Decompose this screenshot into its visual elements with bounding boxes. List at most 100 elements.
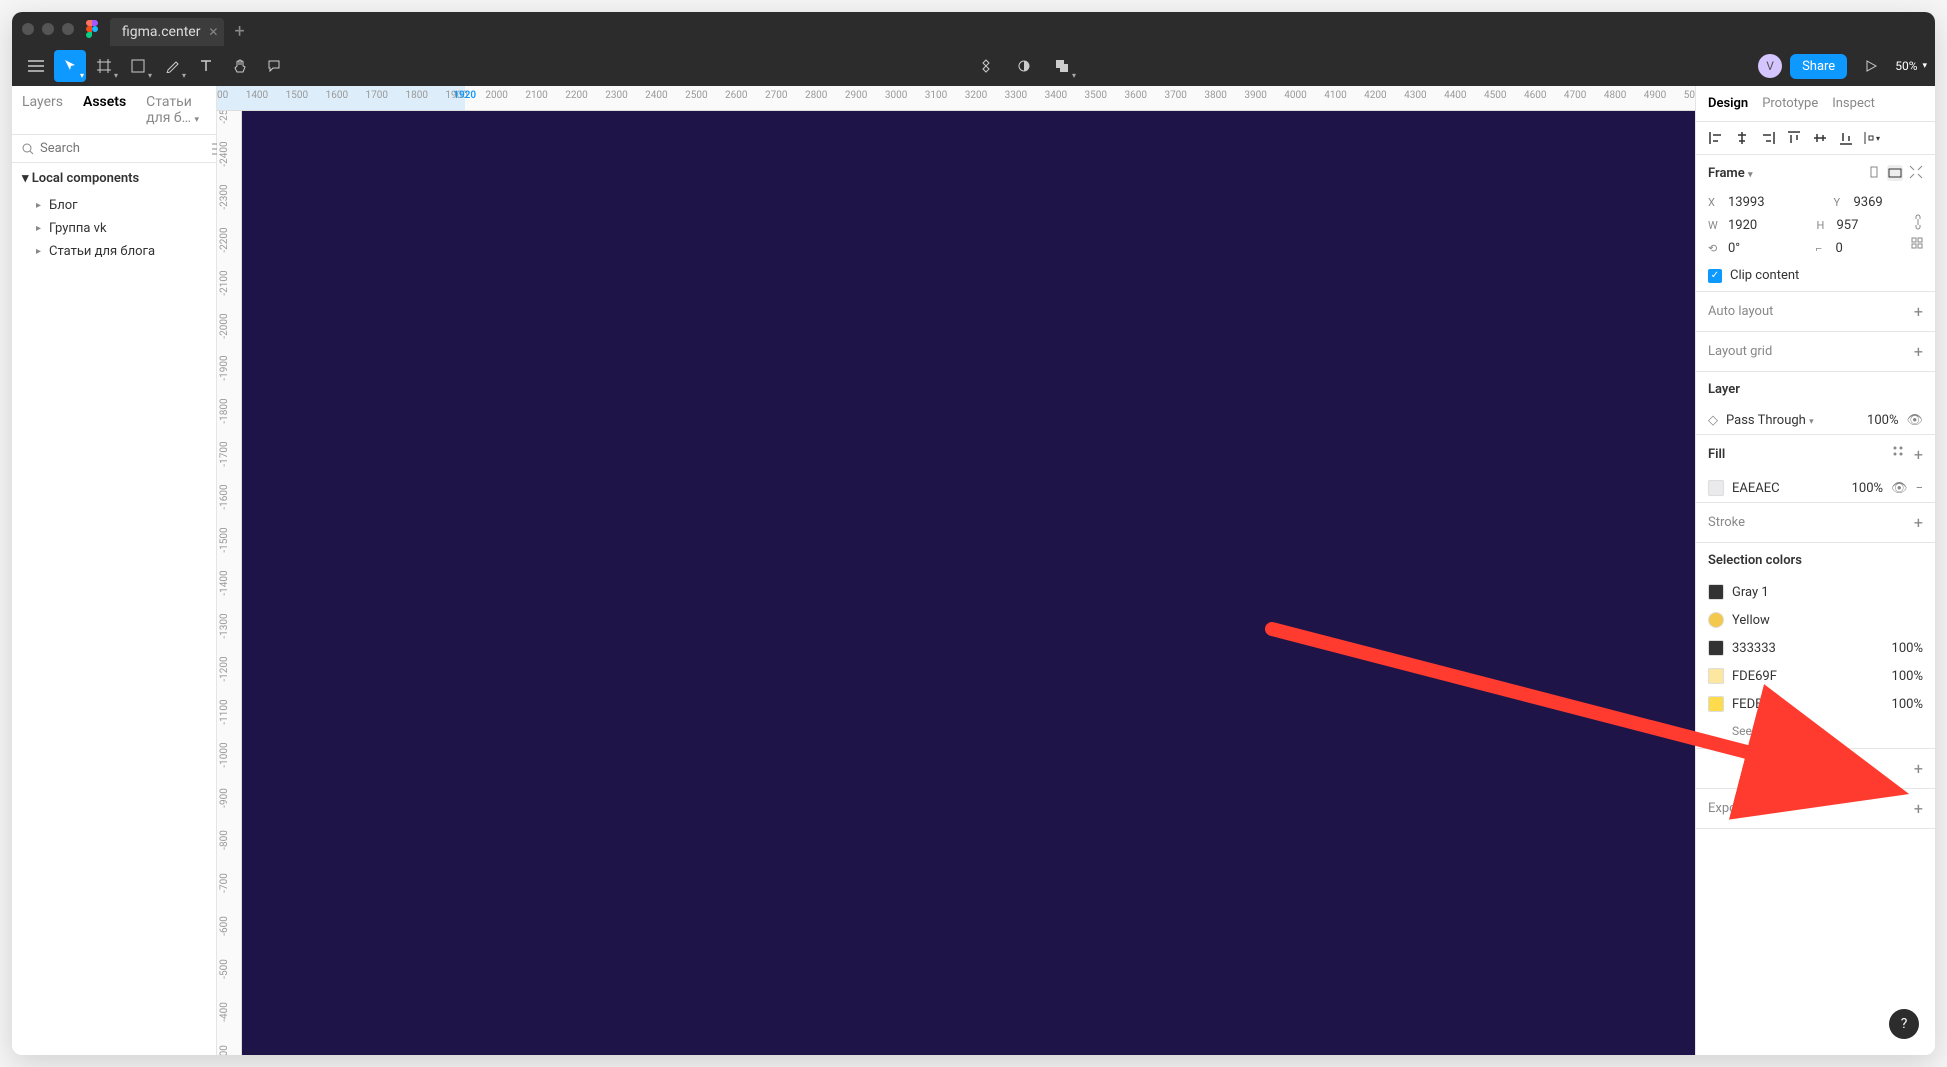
fill-swatch[interactable] bbox=[1708, 480, 1724, 496]
hand-tool[interactable] bbox=[224, 50, 256, 82]
canvas[interactable] bbox=[242, 111, 1695, 1055]
independent-corners-icon[interactable] bbox=[1911, 237, 1935, 260]
user-avatar[interactable]: V bbox=[1758, 54, 1782, 78]
align-hcenter-icon[interactable] bbox=[1734, 130, 1750, 146]
color-label: Yellow bbox=[1732, 613, 1923, 628]
component-icon[interactable] bbox=[970, 50, 1002, 82]
selection-color-row[interactable]: 333333100% bbox=[1696, 634, 1935, 662]
selection-color-row[interactable]: Yellow bbox=[1696, 606, 1935, 634]
color-swatch[interactable] bbox=[1708, 696, 1724, 712]
add-fill-button[interactable]: + bbox=[1914, 445, 1923, 464]
resize-to-fit-icon[interactable] bbox=[1909, 165, 1923, 181]
align-vcenter-icon[interactable] bbox=[1812, 130, 1828, 146]
x-value[interactable]: 13993 bbox=[1728, 195, 1810, 210]
color-opacity: 100% bbox=[1892, 669, 1923, 684]
see-all-colors-link[interactable]: See all 5 colors bbox=[1696, 718, 1935, 748]
selection-color-row[interactable]: Gray 1 bbox=[1696, 578, 1935, 606]
add-auto-layout-button[interactable]: + bbox=[1914, 302, 1923, 321]
assets-tab[interactable]: Assets bbox=[73, 86, 136, 134]
add-layout-grid-button[interactable]: + bbox=[1914, 342, 1923, 361]
layer-opacity-value[interactable]: 100% bbox=[1867, 413, 1898, 428]
shape-tool[interactable] bbox=[122, 50, 154, 82]
vertical-ruler[interactable]: -2500-2400-2300-2200-2100-2000-1900-1800… bbox=[217, 111, 242, 1055]
scrollbar[interactable] bbox=[1695, 86, 1696, 1055]
close-window-icon[interactable] bbox=[22, 23, 34, 35]
selection-color-row[interactable]: FEDB4D100% bbox=[1696, 690, 1935, 718]
clip-content-checkbox[interactable]: ✓ bbox=[1708, 269, 1722, 283]
component-folder[interactable]: Блог bbox=[12, 194, 216, 217]
search-input[interactable] bbox=[40, 141, 206, 156]
resize-fit-icon[interactable] bbox=[1867, 165, 1881, 181]
y-value[interactable]: 9369 bbox=[1854, 195, 1936, 210]
selection-color-row[interactable]: FDE69F100% bbox=[1696, 662, 1935, 690]
mask-icon[interactable] bbox=[1008, 50, 1040, 82]
w-value[interactable]: 1920 bbox=[1728, 218, 1793, 233]
blend-mode-value[interactable]: Pass Through ▾ bbox=[1726, 413, 1859, 428]
text-tool[interactable] bbox=[190, 50, 222, 82]
frame-label[interactable]: Frame ▾ bbox=[1708, 166, 1752, 181]
component-folder[interactable]: Статьи для блога bbox=[12, 240, 216, 263]
rotation-value[interactable]: 0° bbox=[1728, 241, 1792, 256]
h-label: H bbox=[1817, 219, 1831, 232]
color-swatch[interactable] bbox=[1708, 640, 1724, 656]
local-components-heading[interactable]: ▾ Local components bbox=[12, 163, 216, 194]
design-tab[interactable]: Design bbox=[1708, 86, 1748, 121]
visibility-icon[interactable]: 👁 bbox=[1906, 413, 1923, 428]
prototype-tab[interactable]: Prototype bbox=[1762, 86, 1818, 121]
fill-section: Fill + EAEAEC 100% 👁 − bbox=[1696, 435, 1935, 503]
color-label: 333333 bbox=[1732, 641, 1884, 656]
inspect-tab[interactable]: Inspect bbox=[1832, 86, 1875, 121]
h-value[interactable]: 957 bbox=[1837, 218, 1902, 233]
boolean-icon[interactable] bbox=[1046, 50, 1078, 82]
frame-tool[interactable] bbox=[88, 50, 120, 82]
component-folder[interactable]: Группа vk bbox=[12, 217, 216, 240]
maximize-window-icon[interactable] bbox=[62, 23, 74, 35]
close-tab-icon[interactable]: ✕ bbox=[208, 25, 218, 39]
page-tab[interactable]: Статьи для б… ▾ bbox=[136, 86, 216, 134]
file-tab[interactable]: figma.center ✕ bbox=[110, 18, 224, 46]
y-label: Y bbox=[1834, 196, 1848, 209]
right-panel: Design Prototype Inspect ▾ Frame ▾ bbox=[1695, 86, 1935, 1055]
align-top-icon[interactable] bbox=[1786, 130, 1802, 146]
radius-value[interactable]: 0 bbox=[1836, 241, 1900, 256]
align-left-icon[interactable] bbox=[1708, 130, 1724, 146]
horizontal-ruler[interactable]: 1300140015001600170018001900200021002200… bbox=[217, 86, 1695, 111]
scrollbar-thumb[interactable] bbox=[1695, 526, 1696, 576]
align-bottom-icon[interactable] bbox=[1838, 130, 1854, 146]
constrain-proportions-icon[interactable] bbox=[1913, 214, 1935, 237]
figma-logo-icon[interactable] bbox=[84, 21, 100, 37]
resize-fill-icon[interactable] bbox=[1887, 165, 1903, 181]
fill-opacity-value[interactable]: 100% bbox=[1852, 481, 1883, 496]
fill-styles-icon[interactable] bbox=[1892, 445, 1904, 464]
effects-section: + bbox=[1696, 749, 1935, 789]
color-swatch[interactable] bbox=[1708, 612, 1724, 628]
add-stroke-button[interactable]: + bbox=[1914, 513, 1923, 532]
move-tool[interactable] bbox=[54, 50, 86, 82]
layers-tab[interactable]: Layers bbox=[12, 86, 73, 134]
selection-colors-section: Selection colors Gray 1Yellow333333100%F… bbox=[1696, 543, 1935, 749]
selected-frame[interactable] bbox=[242, 111, 1695, 1055]
color-swatch[interactable] bbox=[1708, 668, 1724, 684]
zoom-dropdown[interactable]: 50%▾ bbox=[1895, 59, 1927, 73]
minimize-window-icon[interactable] bbox=[42, 23, 54, 35]
blend-mode-icon[interactable]: ◇ bbox=[1708, 413, 1718, 428]
new-tab-button[interactable]: + bbox=[234, 21, 244, 42]
color-swatch[interactable] bbox=[1708, 584, 1724, 600]
frame-section: Frame ▾ X13993 Y9369 W1920 H957 bbox=[1696, 155, 1935, 292]
clip-content-row[interactable]: ✓ Clip content bbox=[1696, 260, 1935, 291]
search-row bbox=[12, 135, 216, 163]
comment-tool[interactable] bbox=[258, 50, 290, 82]
distribute-icon[interactable]: ▾ bbox=[1864, 130, 1880, 146]
share-button[interactable]: Share bbox=[1790, 54, 1847, 79]
alignment-row: ▾ bbox=[1696, 122, 1935, 155]
add-export-button[interactable]: + bbox=[1914, 799, 1923, 818]
menu-icon[interactable] bbox=[20, 50, 52, 82]
present-icon[interactable] bbox=[1855, 50, 1887, 82]
remove-fill-button[interactable]: − bbox=[1916, 481, 1923, 496]
fill-visibility-icon[interactable]: 👁 bbox=[1891, 481, 1908, 496]
add-effect-button[interactable]: + bbox=[1914, 759, 1923, 778]
help-button[interactable]: ? bbox=[1889, 1009, 1919, 1039]
pen-tool[interactable] bbox=[156, 50, 188, 82]
fill-hex-value[interactable]: EAEAEC bbox=[1732, 481, 1844, 496]
align-right-icon[interactable] bbox=[1760, 130, 1776, 146]
